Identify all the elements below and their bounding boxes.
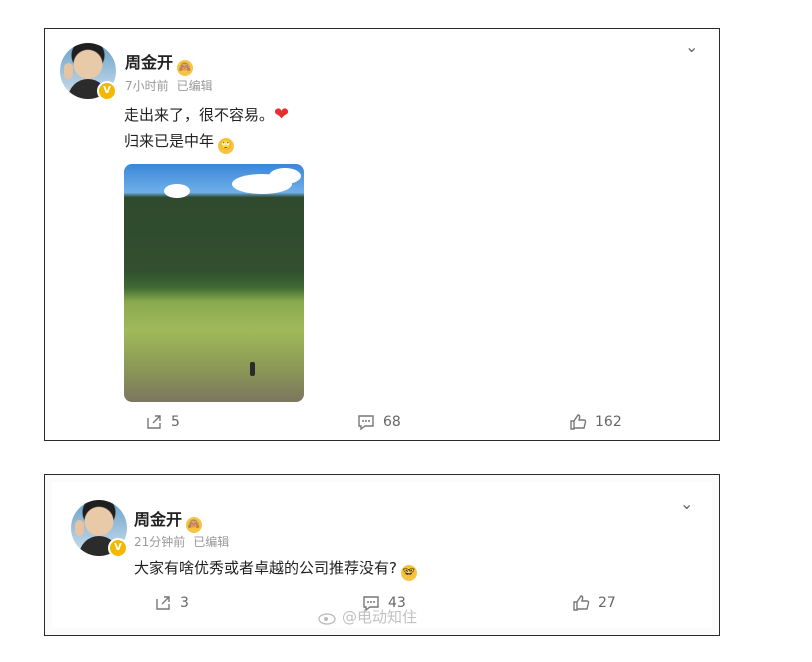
weibo-logo-icon bbox=[318, 612, 336, 625]
like-count: 27 bbox=[598, 595, 616, 611]
like-count: 162 bbox=[595, 414, 622, 430]
repost-button[interactable]: 5 bbox=[145, 413, 180, 431]
post-text-line-1: 大家有啥优秀或者卓越的公司推荐没有? 🤓 bbox=[134, 555, 417, 581]
edited-label: 已编辑 bbox=[193, 535, 230, 549]
post-card-1: V 周金开 🙈 7小时前 已编辑 ⌄ 走出来了，很不容易。❤ 归来已是中年 🙄 5 6… bbox=[44, 28, 720, 441]
verified-badge-icon: V bbox=[108, 538, 128, 558]
post-photo[interactable] bbox=[124, 164, 304, 402]
like-button[interactable]: 162 bbox=[569, 413, 622, 431]
watermark: @电动知住 bbox=[318, 606, 417, 627]
comment-count: 68 bbox=[383, 414, 401, 430]
comment-button[interactable]: 68 bbox=[357, 413, 401, 431]
post-text-line-1: 走出来了，很不容易。❤ bbox=[124, 104, 290, 125]
thumbs-up-icon bbox=[573, 595, 590, 611]
repost-button[interactable]: 3 bbox=[154, 594, 189, 612]
post-meta: 21分钟前 已编辑 bbox=[134, 533, 229, 550]
edited-label: 已编辑 bbox=[176, 79, 213, 93]
comment-icon bbox=[358, 415, 374, 431]
author-name[interactable]: 周金开 🙈 bbox=[125, 49, 194, 76]
hiker-figure bbox=[250, 362, 255, 376]
author-name[interactable]: 周金开 🙈 bbox=[134, 506, 203, 533]
post-meta: 7小时前 已编辑 bbox=[125, 77, 213, 94]
like-button[interactable]: 27 bbox=[572, 594, 616, 612]
post-time[interactable]: 7小时前 bbox=[125, 79, 169, 93]
post-text: 大家有啥优秀或者卓越的公司推荐没有? 🤓 bbox=[134, 555, 417, 581]
glasses-emoji: 🤓 bbox=[400, 565, 417, 581]
heart-emoji: ❤ bbox=[274, 104, 290, 125]
post-text-line-2: 归来已是中年 🙄 bbox=[124, 128, 289, 154]
thumbs-up-icon bbox=[570, 414, 587, 430]
post-time[interactable]: 21分钟前 bbox=[134, 535, 185, 549]
verified-badge-icon: V bbox=[97, 81, 117, 101]
share-icon bbox=[156, 596, 170, 610]
face-emoji: 🙄 bbox=[218, 138, 235, 154]
share-icon bbox=[147, 415, 161, 429]
post-text: 走出来了，很不容易。❤ 归来已是中年 🙄 bbox=[124, 102, 289, 154]
author-emoji: 🙈 bbox=[186, 517, 203, 533]
author-emoji: 🙈 bbox=[177, 60, 194, 76]
chevron-down-icon[interactable]: ⌄ bbox=[680, 494, 693, 513]
repost-count: 5 bbox=[171, 414, 180, 430]
repost-count: 3 bbox=[180, 595, 189, 611]
chevron-down-icon[interactable]: ⌄ bbox=[685, 37, 698, 56]
watermark-text: @电动知住 bbox=[342, 608, 418, 626]
